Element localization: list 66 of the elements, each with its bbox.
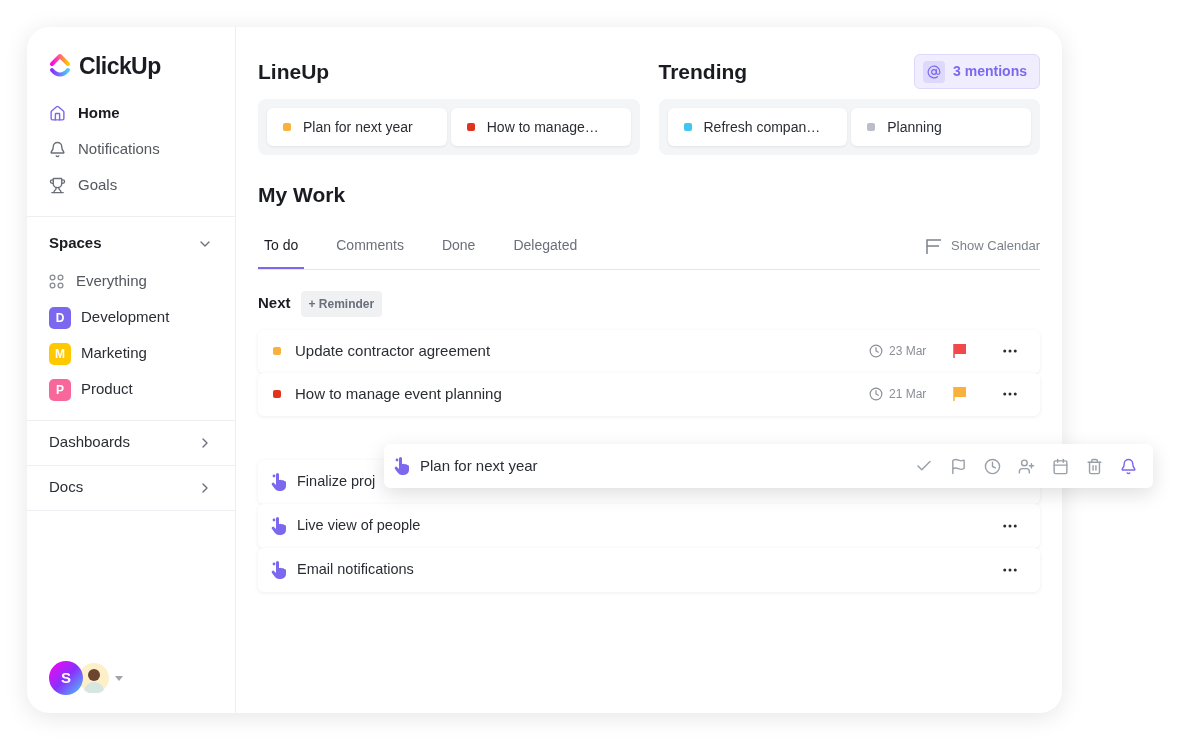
- home-icon: [49, 105, 66, 122]
- user-avatar[interactable]: S: [49, 661, 83, 695]
- trash-icon[interactable]: [1086, 457, 1103, 475]
- group-label: Next: [258, 293, 291, 314]
- task-chip[interactable]: Refresh compan…: [667, 108, 848, 146]
- task-chip[interactable]: Plan for next year: [267, 108, 447, 146]
- mentions-button[interactable]: 3 mentions: [914, 54, 1040, 89]
- pointing-hand-icon: [271, 516, 287, 535]
- reminder-title: Finalize proj: [297, 471, 377, 491]
- section-title: My Work: [258, 182, 347, 208]
- trophy-icon: [49, 177, 66, 194]
- task-row[interactable]: How to manage event planning 21 Mar: [258, 372, 1040, 416]
- pointing-hand-icon: [271, 560, 287, 579]
- show-calendar-button[interactable]: Show Calendar: [925, 235, 1040, 258]
- section-item[interactable]: Docs: [27, 464, 235, 510]
- reminder-title: Email notifications: [297, 559, 415, 579]
- task-chip[interactable]: How to manage…: [450, 108, 631, 146]
- pointing-hand-icon: [271, 472, 287, 491]
- section-title: LineUp: [258, 58, 330, 85]
- at-icon: [927, 64, 942, 79]
- spaces-header[interactable]: Spaces: [49, 228, 213, 259]
- section-item[interactable]: Dashboards: [27, 419, 235, 465]
- tab[interactable]: Done: [435, 224, 482, 269]
- bell-icon: [49, 141, 66, 158]
- reminder-title: Live view of people: [297, 515, 422, 535]
- pointing-hand-icon: [394, 457, 410, 475]
- reminder-row[interactable]: Email notifications: [258, 547, 1040, 592]
- task-title: Update contractor agreement: [295, 340, 492, 361]
- clock-icon: [869, 344, 883, 358]
- due-date: 21 Mar: [889, 386, 928, 403]
- grid-icon: [49, 273, 64, 289]
- reminder-row[interactable]: Live view of people: [258, 503, 1040, 548]
- section-title: Trending: [658, 58, 748, 85]
- space-avatar: M: [49, 342, 71, 365]
- nav-item[interactable]: Home: [49, 95, 213, 132]
- logo-text: ClickUp: [79, 52, 161, 81]
- tab[interactable]: Comments: [330, 224, 410, 269]
- space-avatar: D: [49, 306, 71, 329]
- space-name: Product: [81, 379, 133, 400]
- avatar: [79, 663, 109, 693]
- space-name: Marketing: [81, 343, 147, 364]
- due-date: 23 Mar: [889, 343, 928, 360]
- task-title: How to manage event planning: [295, 383, 503, 404]
- task-chip[interactable]: Planning: [851, 108, 1031, 146]
- task-row[interactable]: Update contractor agreement 23 Mar: [258, 329, 1040, 373]
- space-avatar: P: [49, 378, 71, 401]
- user-plus-icon[interactable]: [1018, 457, 1035, 475]
- task-title: Plan for next year: [420, 455, 539, 476]
- clock-icon[interactable]: [984, 457, 1001, 475]
- nav-item[interactable]: Goals: [49, 167, 213, 204]
- reminder-button[interactable]: + Reminder: [300, 290, 383, 317]
- space-name: Development: [81, 307, 170, 328]
- space-item[interactable]: M Marketing: [49, 335, 213, 372]
- flag-icon: [925, 236, 944, 255]
- bell-icon[interactable]: [1120, 457, 1137, 475]
- caret-icon[interactable]: [115, 675, 123, 681]
- tab[interactable]: To do: [258, 224, 305, 269]
- calendar-icon[interactable]: [1052, 457, 1069, 475]
- flag-icon[interactable]: [950, 457, 967, 475]
- space-item[interactable]: P Product: [49, 371, 213, 408]
- space-item[interactable]: D Development: [49, 299, 213, 336]
- quick-actions-menu[interactable]: Plan for next year: [384, 444, 1153, 488]
- space-item[interactable]: Everything: [49, 262, 213, 300]
- nav-item[interactable]: Notifications: [49, 131, 213, 168]
- tab[interactable]: Delegated: [507, 224, 584, 269]
- clock-icon: [869, 387, 883, 401]
